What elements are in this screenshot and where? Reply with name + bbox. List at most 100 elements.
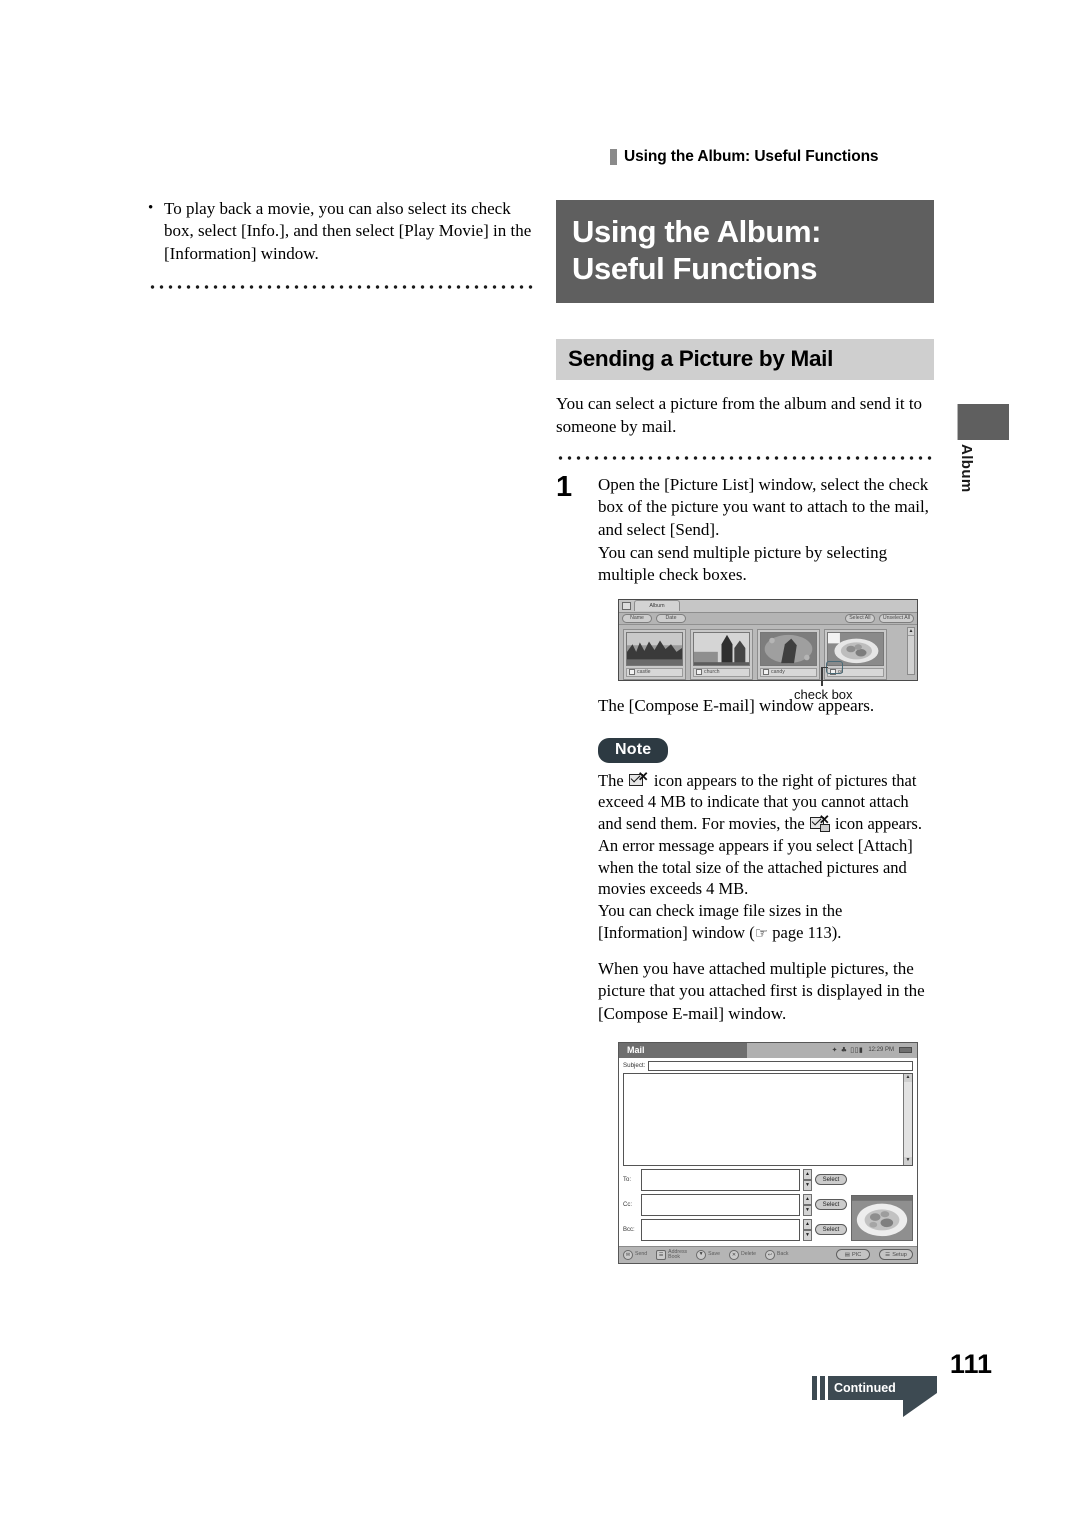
album-window: Album Name Date Select All Unselect All [618,598,918,681]
mail-status-area: ✦ ♣ ▯▯▮ 12:29 PM [747,1042,917,1058]
step-number: 1 [556,470,573,503]
cc-input[interactable] [641,1193,800,1216]
body-scroll-down-icon[interactable]: ▼ [904,1156,912,1165]
multiple-attachments-paragraph: When you have attached multiple pictures… [598,958,925,1024]
scroll-up-icon[interactable]: ▲ [908,628,914,636]
side-tab-marker [957,404,1009,440]
header-accent-bar [610,149,617,165]
body-scrollbar[interactable]: ▲ ▼ [903,1073,912,1165]
bullet-text: To play back a movie, you can also selec… [164,199,532,263]
continued-label: Continued [828,1376,904,1400]
bcc-input[interactable] [641,1218,800,1241]
select-all-button[interactable]: Select All [844,613,875,623]
step-text-primary: Open the [Picture List] window, select t… [598,474,929,539]
delete-button[interactable]: ✕ Delete [728,1249,756,1260]
thumbnail-checkbox[interactable] [763,669,769,676]
thumbnail-label: candy [771,669,785,676]
bullet-list-item: • To play back a movie, you can also sel… [148,198,533,265]
thumbnail-footer: castle [626,667,683,677]
pic-button[interactable]: ▤ PIC [836,1249,870,1261]
dotted-divider-left [148,285,533,290]
back-button[interactable]: ↩ Back [764,1249,789,1260]
album-window-figure: Album Name Date Select All Unselect All [618,598,918,702]
mail-title-left: Mail [619,1042,747,1058]
bcc-label: Bcc: [623,1226,635,1233]
sort-by-date-button[interactable]: Date [656,613,686,623]
callout-label-check-box: check box [794,686,853,702]
delete-icon: ✕ [728,1249,739,1260]
bullet-marker: • [148,200,154,216]
address-area: To: ▲ ▼ Select Cc: ▲ ▼ Select Bcc: ▲ ▼ S… [619,1166,917,1244]
bcc-spinner[interactable]: ▲ ▼ [803,1218,812,1241]
note-block: Note The ✕ icon appears to the right of … [556,737,934,944]
album-thumbnail-grid: castle church candy oil [619,625,917,680]
address-book-label: Address Book [668,1248,688,1260]
continued-arrow-head [902,1376,937,1417]
bcc-spin-up-icon[interactable]: ▲ [803,1218,812,1230]
continued-arrow [902,1376,937,1417]
mail-title-bar: Mail ✦ ♣ ▯▯▮ 12:29 PM [619,1042,917,1058]
continued-banner: Continued [812,1376,937,1417]
window-menu-icon[interactable] [622,601,631,610]
step-text-secondary: You can send multiple picture by selecti… [598,542,888,585]
subject-label: Subject: [623,1062,646,1070]
thumbnail-checkbox[interactable] [696,669,702,676]
mail-window-figure: Mail ✦ ♣ ▯▯▮ 12:29 PM Subject: ▲ ▼ To: ▲… [618,1041,918,1264]
to-spinner[interactable]: ▲ ▼ [803,1168,812,1191]
pointing-hand-icon: ☞ [754,923,769,942]
send-label: Send [635,1251,648,1258]
album-scrollbar[interactable]: ▲ [907,626,915,675]
movie-warning-icon: ✕ [809,813,830,833]
subject-input[interactable] [648,1060,913,1071]
cc-spin-down-icon[interactable]: ▼ [803,1204,812,1216]
cc-spinner[interactable]: ▲ ▼ [803,1193,812,1216]
left-column: • To play back a movie, you can also sel… [148,198,533,290]
battery-icon [899,1047,912,1054]
thumbnail-card[interactable]: castle [623,628,686,680]
to-spin-up-icon[interactable]: ▲ [803,1168,812,1180]
thumbnail-checkbox[interactable] [629,669,635,676]
attach-warning-icon: ✕ [628,770,649,789]
back-label: Back [776,1251,789,1258]
to-spin-down-icon[interactable]: ▼ [803,1179,812,1191]
address-book-icon: ☰ [656,1249,667,1260]
step-body: Open the [Picture List] window, select t… [598,474,934,587]
mail-window-title: Mail [627,1045,645,1056]
thumbnail-footer: candy [760,667,817,677]
pic-icon: ▤ [844,1251,850,1258]
note-text-part5: page 113). [768,922,842,942]
thumbnail-card[interactable]: church [690,628,753,680]
continued-bars [812,1376,825,1400]
send-button[interactable]: ✉ Send [623,1249,648,1260]
album-toolbar: Name Date Select All Unselect All [619,612,917,625]
pic-label: PIC [851,1251,862,1258]
bcc-select-button[interactable]: Select [815,1224,847,1236]
setup-icon: ☰ [885,1251,891,1258]
cc-select-button[interactable]: Select [815,1199,847,1211]
page-number: 111 [949,1349,992,1379]
delete-label: Delete [740,1251,756,1258]
right-column: Using the Album: Useful Functions Sendin… [556,200,934,1264]
section-title: Sending a Picture by Mail [556,339,934,381]
setup-label: Setup [892,1251,907,1258]
setup-button[interactable]: ☰ Setup [879,1249,913,1261]
save-button[interactable]: ▼ Save [696,1249,720,1260]
to-input[interactable] [641,1168,800,1191]
message-body-input[interactable]: ▲ ▼ [623,1072,913,1166]
step-1: 1 Open the [Picture List] window, select… [556,470,934,587]
attached-picture-preview [851,1194,913,1241]
cc-spin-up-icon[interactable]: ▲ [803,1193,812,1205]
status-icons: ✦ ♣ ▯▯▮ [831,1046,864,1055]
thumbnail-image-castle [626,631,683,666]
unselect-all-button[interactable]: Unselect All [878,613,914,623]
address-book-button[interactable]: ☰ Address Book [656,1248,688,1261]
to-select-button[interactable]: Select [815,1174,847,1186]
running-header: Using the Album: Useful Functions [610,148,879,166]
sort-by-name-button[interactable]: Name [622,613,652,623]
body-scroll-up-icon[interactable]: ▲ [904,1073,912,1082]
bcc-spin-down-icon[interactable]: ▼ [803,1229,812,1241]
tab-album[interactable]: Album [634,600,680,612]
thumbnail-card[interactable]: candy [757,628,820,680]
address-row-to: To: ▲ ▼ Select [623,1168,847,1191]
mail-window: Mail ✦ ♣ ▯▯▮ 12:29 PM Subject: ▲ ▼ To: ▲… [618,1041,918,1264]
